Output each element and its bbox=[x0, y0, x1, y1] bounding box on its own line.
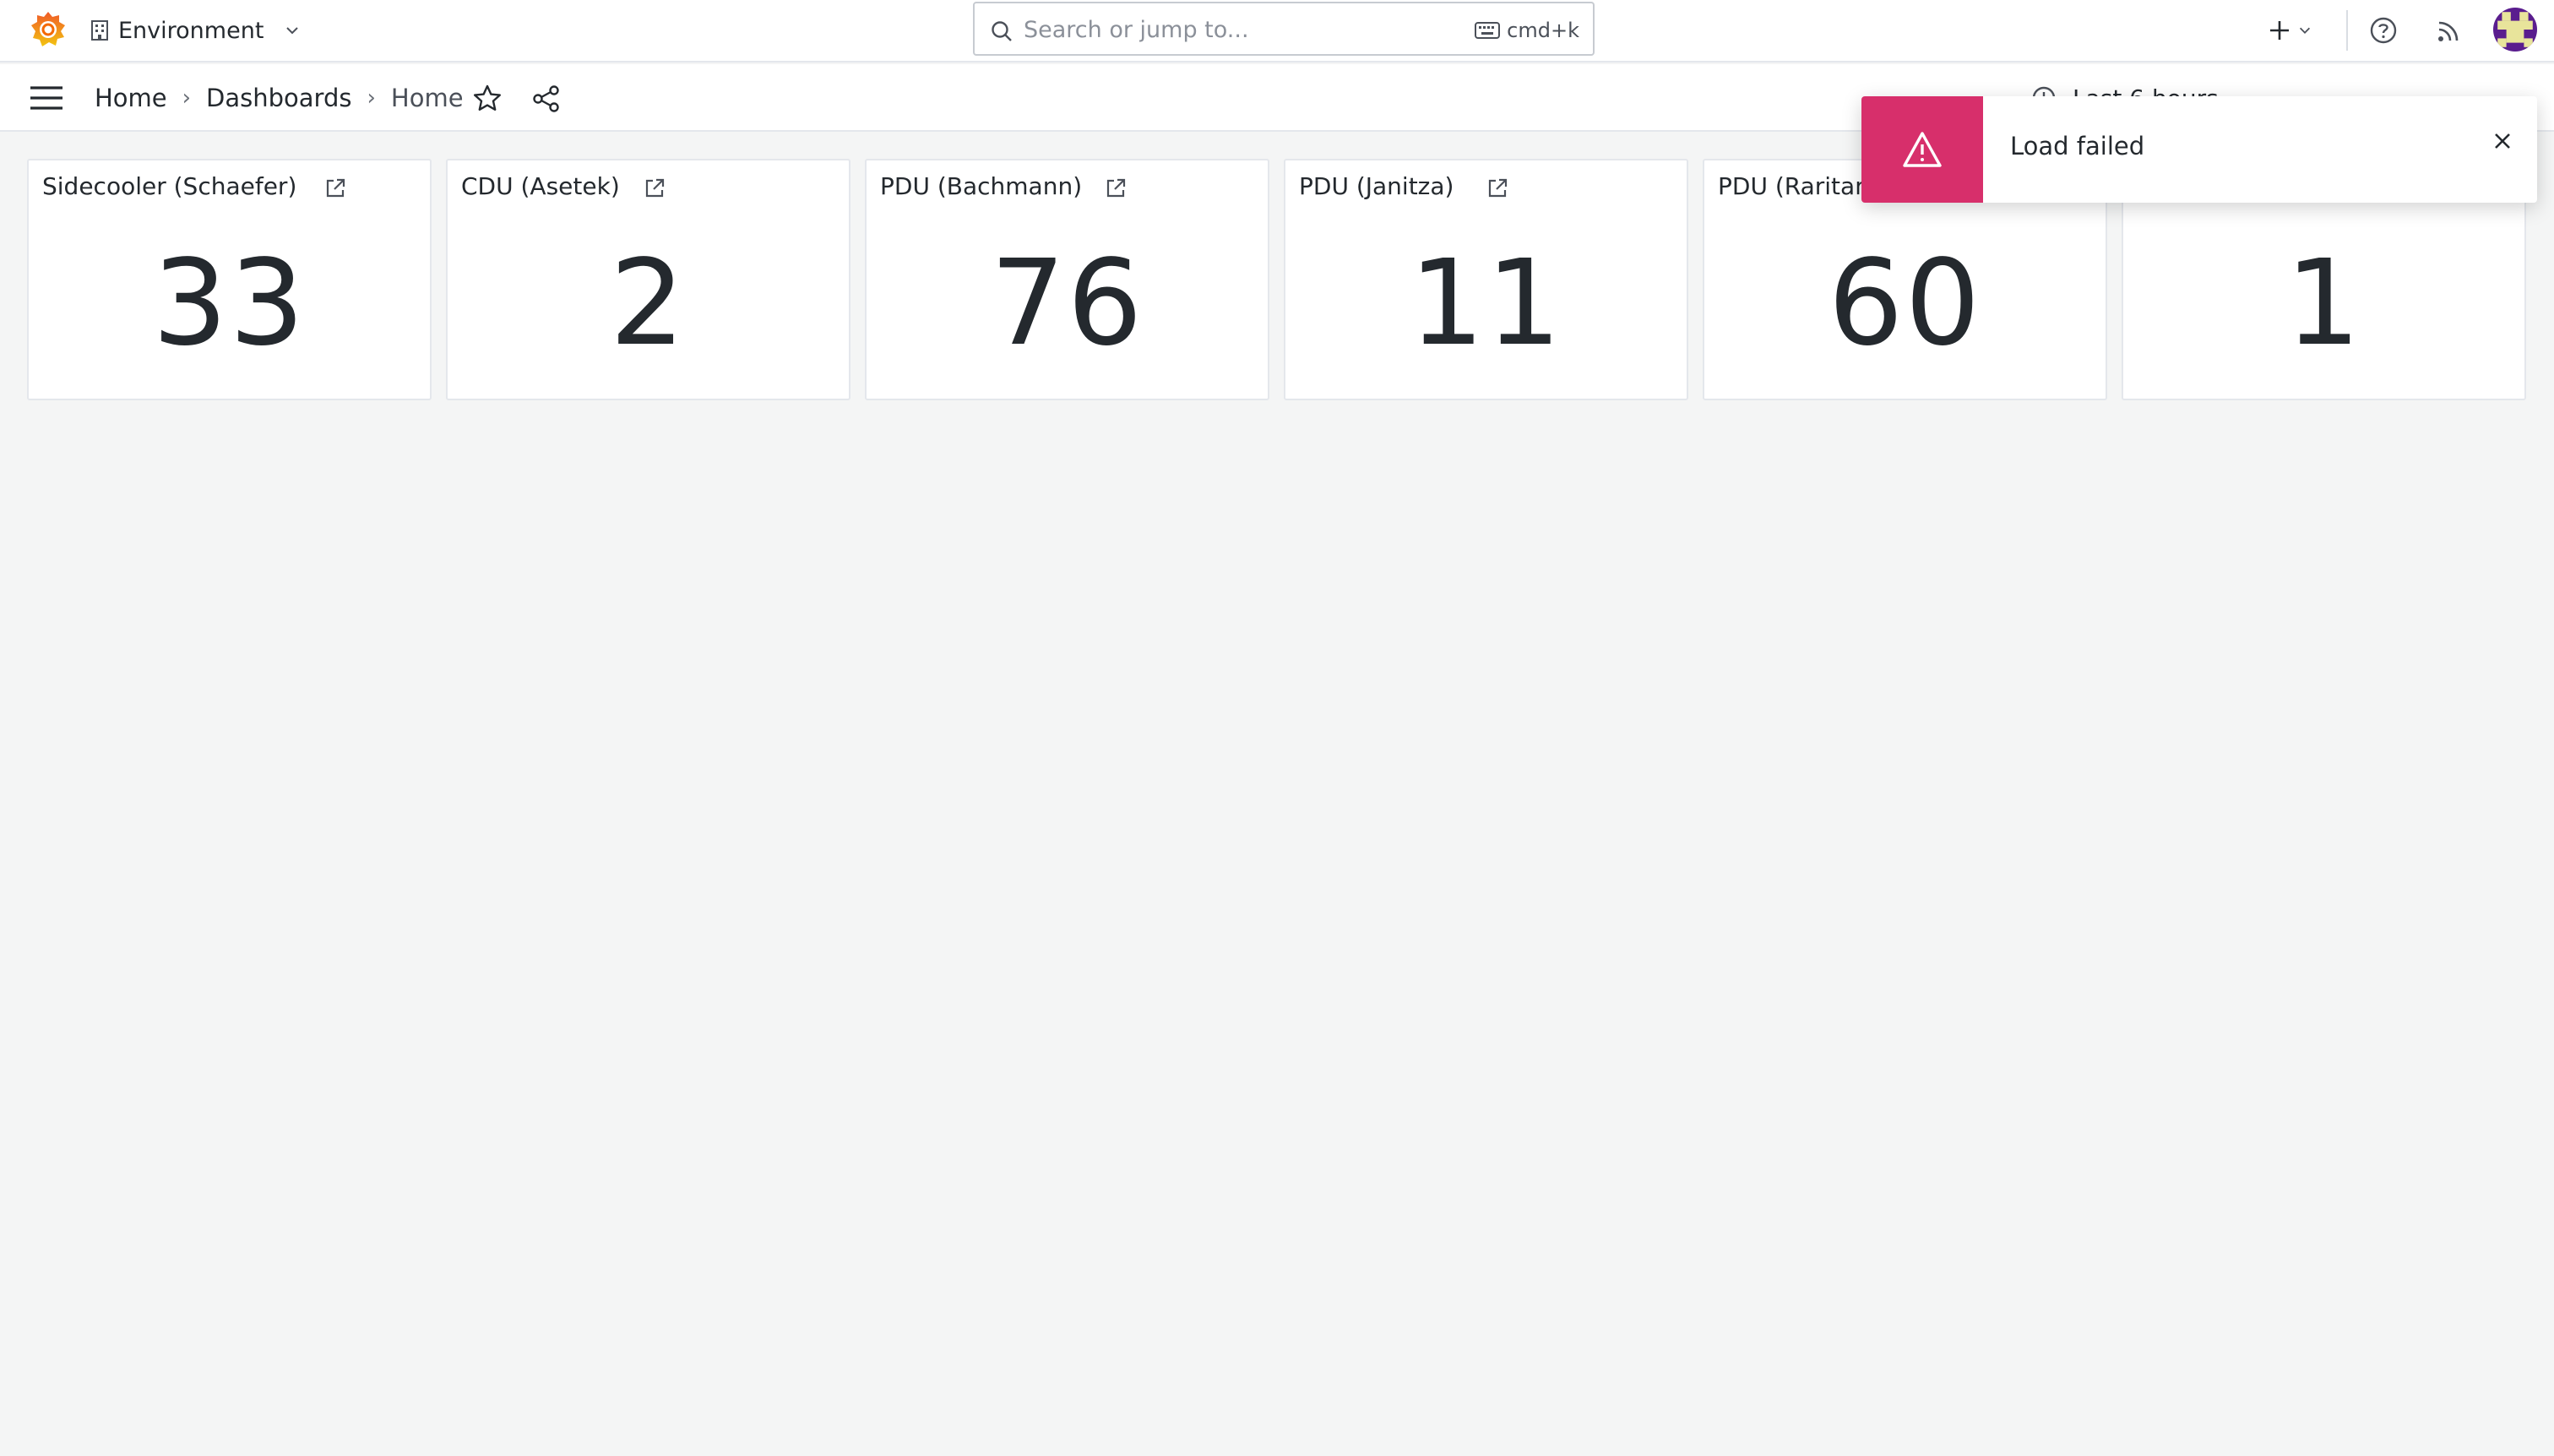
stat-panel[interactable]: Sidecooler (Schaefer) 33 bbox=[27, 159, 432, 400]
stat-value: 76 bbox=[990, 235, 1144, 372]
external-link-icon[interactable] bbox=[323, 176, 348, 201]
external-link-icon[interactable] bbox=[642, 176, 667, 201]
chevron-down-icon bbox=[286, 27, 299, 35]
share-icon[interactable] bbox=[530, 83, 562, 115]
breadcrumb-dashboards[interactable]: Dashboards bbox=[206, 84, 351, 112]
help-circle-icon[interactable] bbox=[2368, 15, 2399, 46]
breadcrumb-home[interactable]: Home bbox=[95, 84, 167, 112]
search-placeholder: Search or jump to... bbox=[1024, 17, 1249, 43]
grafana-logo[interactable] bbox=[29, 8, 68, 49]
stat-value: 60 bbox=[1828, 235, 1982, 372]
close-icon[interactable] bbox=[2490, 128, 2515, 154]
search-shortcut-label: cmd+k bbox=[1507, 19, 1579, 42]
stat-panel[interactable]: PDU (Bachmann) 76 bbox=[865, 159, 1269, 400]
rss-icon[interactable] bbox=[2434, 15, 2464, 46]
add-new-button[interactable] bbox=[2267, 12, 2318, 49]
stat-value: 2 bbox=[609, 235, 687, 372]
org-switcher[interactable]: Environment bbox=[90, 14, 301, 47]
breadcrumb-separator: › bbox=[182, 85, 192, 111]
breadcrumb-separator: › bbox=[367, 85, 376, 111]
stat-panel[interactable]: CDU (Asetek) 2 bbox=[446, 159, 850, 400]
building-icon bbox=[91, 20, 108, 41]
top-bar: Environment Search or jump to... cmd+k bbox=[0, 0, 2554, 62]
stat-value: 1 bbox=[2285, 235, 2363, 372]
search-input[interactable]: Search or jump to... cmd+k bbox=[973, 2, 1595, 56]
stat-value: 33 bbox=[152, 235, 307, 372]
panel-title[interactable]: CDU (Asetek) bbox=[461, 172, 620, 200]
toast-icon-box bbox=[1861, 96, 1983, 203]
stat-value: 11 bbox=[1409, 235, 1563, 372]
breadcrumb-current: Home bbox=[390, 84, 464, 112]
org-name: Environment bbox=[118, 17, 264, 44]
star-icon[interactable] bbox=[471, 83, 503, 115]
user-avatar[interactable] bbox=[2493, 8, 2537, 52]
divider bbox=[2346, 10, 2348, 51]
error-toast: Load failed bbox=[1861, 96, 2537, 203]
keyboard-icon bbox=[1475, 22, 1501, 39]
breadcrumb: Home › Dashboards › Home bbox=[95, 81, 464, 115]
search-shortcut: cmd+k bbox=[1475, 19, 1579, 42]
panel-title[interactable]: PDU (Raritan bbox=[1718, 172, 1870, 200]
search-icon bbox=[992, 21, 1012, 41]
plus-icon bbox=[2270, 21, 2289, 40]
panel-title[interactable]: PDU (Janitza) bbox=[1299, 172, 1454, 200]
warning-triangle-icon bbox=[1903, 132, 1942, 167]
external-link-icon[interactable] bbox=[1103, 176, 1128, 201]
toast-message: Load failed bbox=[2010, 132, 2145, 160]
panel-title[interactable]: Sidecooler (Schaefer) bbox=[42, 172, 296, 200]
chevron-down-icon bbox=[2299, 27, 2311, 34]
stat-panel[interactable]: PDU (Janitza) 11 bbox=[1284, 159, 1688, 400]
hamburger-menu-icon[interactable] bbox=[29, 84, 64, 111]
panel-title[interactable]: PDU (Bachmann) bbox=[880, 172, 1082, 200]
external-link-icon[interactable] bbox=[1485, 176, 1510, 201]
